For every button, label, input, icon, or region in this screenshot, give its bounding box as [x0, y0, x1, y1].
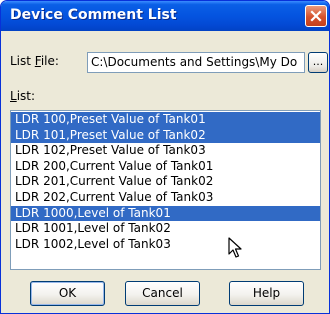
window-title: Device Comment List — [10, 7, 177, 23]
title-bar[interactable]: Device Comment List — [1, 1, 329, 31]
help-button[interactable]: Help — [229, 281, 304, 306]
mouse-pointer-icon — [228, 237, 242, 258]
list-item[interactable]: LDR 1000,Level of Tank01 — [11, 205, 320, 222]
browse-button[interactable]: ... — [308, 52, 328, 73]
list-item[interactable]: LDR 201,Current Value of Tank02 — [11, 174, 320, 190]
ok-button[interactable]: OK — [30, 281, 105, 306]
list-item[interactable]: LDR 102,Preset Value of Tank03 — [11, 143, 320, 159]
list-item[interactable]: LDR 101,Preset Value of Tank02 — [11, 127, 320, 144]
list-label: List: — [10, 89, 36, 103]
close-button[interactable] — [305, 5, 327, 27]
list-file-label: List File: — [10, 54, 59, 68]
list-item[interactable]: LDR 1001,Level of Tank02 — [11, 221, 320, 237]
dialog-window: Device Comment List List File: C:\Docume… — [0, 0, 330, 314]
cancel-button[interactable]: Cancel — [125, 281, 200, 306]
close-icon — [310, 10, 322, 22]
list-file-field[interactable]: C:\Documents and Settings\My Do — [87, 52, 305, 73]
device-comment-listbox[interactable]: LDR 100,Preset Value of Tank01 LDR 101,Pr… — [10, 110, 321, 270]
list-item[interactable]: LDR 1002,Level of Tank03 — [11, 237, 320, 253]
list-item[interactable]: LDR 202,Current Value of Tank03 — [11, 190, 320, 206]
list-item[interactable]: LDR 100,Preset Value of Tank01 — [11, 112, 320, 128]
list-item[interactable]: LDR 200,Current Value of Tank01 — [11, 159, 320, 175]
